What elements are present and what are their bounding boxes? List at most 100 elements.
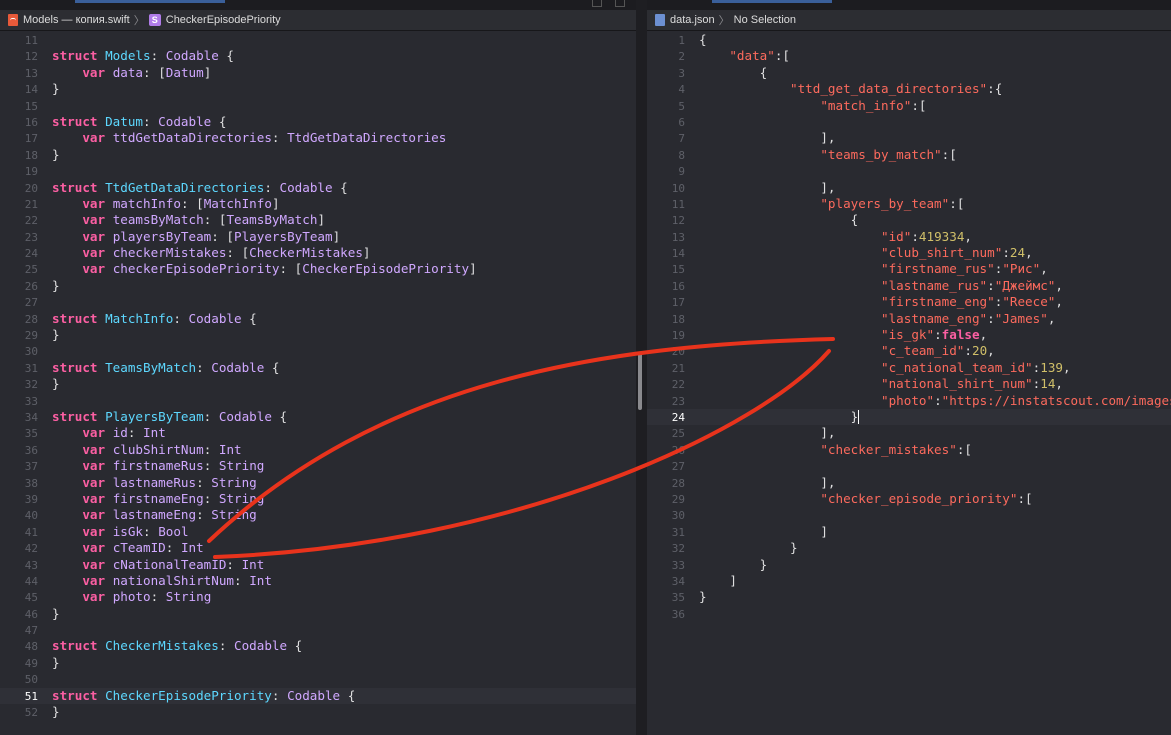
code-line[interactable]: 16 struct Datum: Codable {	[0, 114, 636, 130]
code-line[interactable]: 49}	[0, 655, 636, 671]
code-line[interactable]: 30	[647, 507, 1171, 523]
code-line[interactable]: 18}	[0, 147, 636, 163]
left-breadcrumb-file[interactable]: Models — копия.swift	[23, 14, 130, 26]
code-line[interactable]: 32 }	[647, 540, 1171, 556]
code-line[interactable]: 44 var nationalShirtNum: Int	[0, 573, 636, 589]
code-line[interactable]: 4 "ttd_get_data_directories":{	[647, 81, 1171, 97]
code-line[interactable]: 6	[647, 114, 1171, 130]
code-line[interactable]: 28 struct MatchInfo: Codable {	[0, 311, 636, 327]
code-line[interactable]: 25 ],	[647, 425, 1171, 441]
code-line[interactable]: 21 var matchInfo: [MatchInfo]	[0, 196, 636, 212]
code-line[interactable]: 36	[647, 606, 1171, 622]
code-line[interactable]: 24 }	[647, 408, 1171, 426]
code-token: ],	[699, 130, 836, 146]
code-line[interactable]: 20 "c_team_id":20,	[647, 343, 1171, 359]
code-line[interactable]: 2 "data":[	[647, 48, 1171, 64]
left-jump-bar[interactable]: Models — копия.swift 〉 S CheckerEpisodeP…	[0, 10, 636, 31]
code-line[interactable]: 22 "national_shirt_num":14,	[647, 376, 1171, 392]
code-line[interactable]: 23 var playersByTeam: [PlayersByTeam]	[0, 229, 636, 245]
right-breadcrumb-file[interactable]: data.json	[670, 14, 715, 26]
code-line[interactable]: 1{	[647, 32, 1171, 48]
code-line[interactable]: 50	[0, 671, 636, 687]
code-line[interactable]: 5 "match_info":[	[647, 98, 1171, 114]
code-line[interactable]: 26 "checker_mistakes":[	[647, 442, 1171, 458]
code-line[interactable]: 29}	[0, 327, 636, 343]
code-line[interactable]: 7 ],	[647, 130, 1171, 146]
code-line[interactable]: 29 "checker_episode_priority":[	[647, 491, 1171, 507]
code-line[interactable]: 28 ],	[647, 475, 1171, 491]
left-add-editor-icon[interactable]	[615, 0, 625, 7]
code-line[interactable]: 13 var data: [Datum]	[0, 65, 636, 81]
code-line[interactable]: 48 struct CheckerMistakes: Codable {	[0, 638, 636, 654]
code-line[interactable]: 34 struct PlayersByTeam: Codable {	[0, 409, 636, 425]
right-editor-pane[interactable]: data.json 〉 No Selection 1{2 "data":[3 {…	[647, 0, 1171, 735]
left-editor-options-icon[interactable]	[592, 0, 602, 7]
code-line[interactable]: 38 var lastnameRus: String	[0, 475, 636, 491]
code-line[interactable]: 35}	[647, 589, 1171, 605]
code-line[interactable]: 41 var isGk: Bool	[0, 524, 636, 540]
code-line[interactable]: 20 struct TtdGetDataDirectories: Codable …	[0, 180, 636, 196]
code-line[interactable]: 31 ]	[647, 524, 1171, 540]
code-line[interactable]: 33	[0, 393, 636, 409]
code-line[interactable]: 9	[647, 163, 1171, 179]
left-editor-pane[interactable]: Models — копия.swift 〉 S CheckerEpisodeP…	[0, 0, 636, 735]
code-line[interactable]: 34 ]	[647, 573, 1171, 589]
code-line[interactable]: 25 var checkerEpisodePriority: [CheckerE…	[0, 261, 636, 277]
line-number: 2	[678, 50, 685, 64]
code-line[interactable]: 36 var clubShirtNum: Int	[0, 442, 636, 458]
code-line[interactable]: 37 var firstnameRus: String	[0, 458, 636, 474]
left-code-editor[interactable]: 11 12 struct Models: Codable {13 var data:…	[0, 31, 636, 720]
code-line[interactable]: 27	[647, 458, 1171, 474]
code-line[interactable]: 3 {	[647, 65, 1171, 81]
right-code-editor[interactable]: 1{2 "data":[3 {4 "ttd_get_data_directori…	[647, 31, 1171, 622]
code-line[interactable]: 23 "photo":"https://instatscout.com/imag…	[647, 393, 1171, 409]
left-breadcrumb-symbol[interactable]: CheckerEpisodePriority	[166, 14, 281, 26]
right-breadcrumb-symbol[interactable]: No Selection	[734, 14, 796, 26]
code-line[interactable]: 18 "lastname_eng":"James",	[647, 311, 1171, 327]
code-line[interactable]: 14}	[0, 81, 636, 97]
code-line[interactable]: 24 var checkerMistakes: [CheckerMistakes…	[0, 245, 636, 261]
code-line[interactable]: 26}	[0, 278, 636, 294]
right-active-tab[interactable]	[712, 0, 832, 3]
code-token: : [	[180, 195, 204, 211]
code-line[interactable]: 17 "firstname_eng":"Reece",	[647, 294, 1171, 310]
code-line[interactable]: 46}	[0, 606, 636, 622]
code-line[interactable]: 12 struct Models: Codable {	[0, 48, 636, 64]
code-line[interactable]: 51 struct CheckerEpisodePriority: Codable…	[0, 687, 636, 705]
code-line[interactable]: 52}	[0, 704, 636, 720]
code-line[interactable]: 14 "club_shirt_num":24,	[647, 245, 1171, 261]
code-line[interactable]: 12 {	[647, 212, 1171, 228]
left-tab-strip[interactable]	[0, 0, 636, 10]
left-active-tab[interactable]	[75, 0, 225, 3]
code-line[interactable]: 16 "lastname_rus":"Джеймс",	[647, 278, 1171, 294]
code-line[interactable]: 43 var cNationalTeamID: Int	[0, 557, 636, 573]
right-tab-strip[interactable]	[647, 0, 1171, 10]
code-line[interactable]: 27	[0, 294, 636, 310]
code-line[interactable]: 21 "c_national_team_id":139,	[647, 360, 1171, 376]
code-line[interactable]: 10 ],	[647, 180, 1171, 196]
code-line[interactable]: 8 "teams_by_match":[	[647, 147, 1171, 163]
code-line[interactable]: 22 var teamsByMatch: [TeamsByMatch]	[0, 212, 636, 228]
right-jump-bar[interactable]: data.json 〉 No Selection	[647, 10, 1171, 31]
code-line[interactable]: 15 "firstname_rus":"Рис",	[647, 261, 1171, 277]
code-line[interactable]: 30	[0, 343, 636, 359]
code-line[interactable]: 19	[0, 163, 636, 179]
code-line[interactable]: 42 var cTeamID: Int	[0, 540, 636, 556]
code-line[interactable]: 11	[0, 32, 636, 48]
code-line[interactable]: 33 }	[647, 557, 1171, 573]
code-line[interactable]: 45 var photo: String	[0, 589, 636, 605]
split-divider-handle[interactable]	[638, 352, 642, 410]
code-line[interactable]: 32}	[0, 376, 636, 392]
code-line[interactable]: 17 var ttdGetDataDirectories: TtdGetData…	[0, 130, 636, 146]
code-line[interactable]: 13 "id":419334,	[647, 229, 1171, 245]
code-line[interactable]: 40 var lastnameEng: String	[0, 507, 636, 523]
code-line[interactable]: 31 struct TeamsByMatch: Codable {	[0, 360, 636, 376]
code-line[interactable]: 19 "is_gk":false,	[647, 327, 1171, 343]
code-line[interactable]: 35 var id: Int	[0, 425, 636, 441]
code-line[interactable]: 11 "players_by_team":[	[647, 196, 1171, 212]
code-line[interactable]: 47	[0, 622, 636, 638]
code-line[interactable]: 15	[0, 98, 636, 114]
code-line[interactable]: 39 var firstnameEng: String	[0, 491, 636, 507]
